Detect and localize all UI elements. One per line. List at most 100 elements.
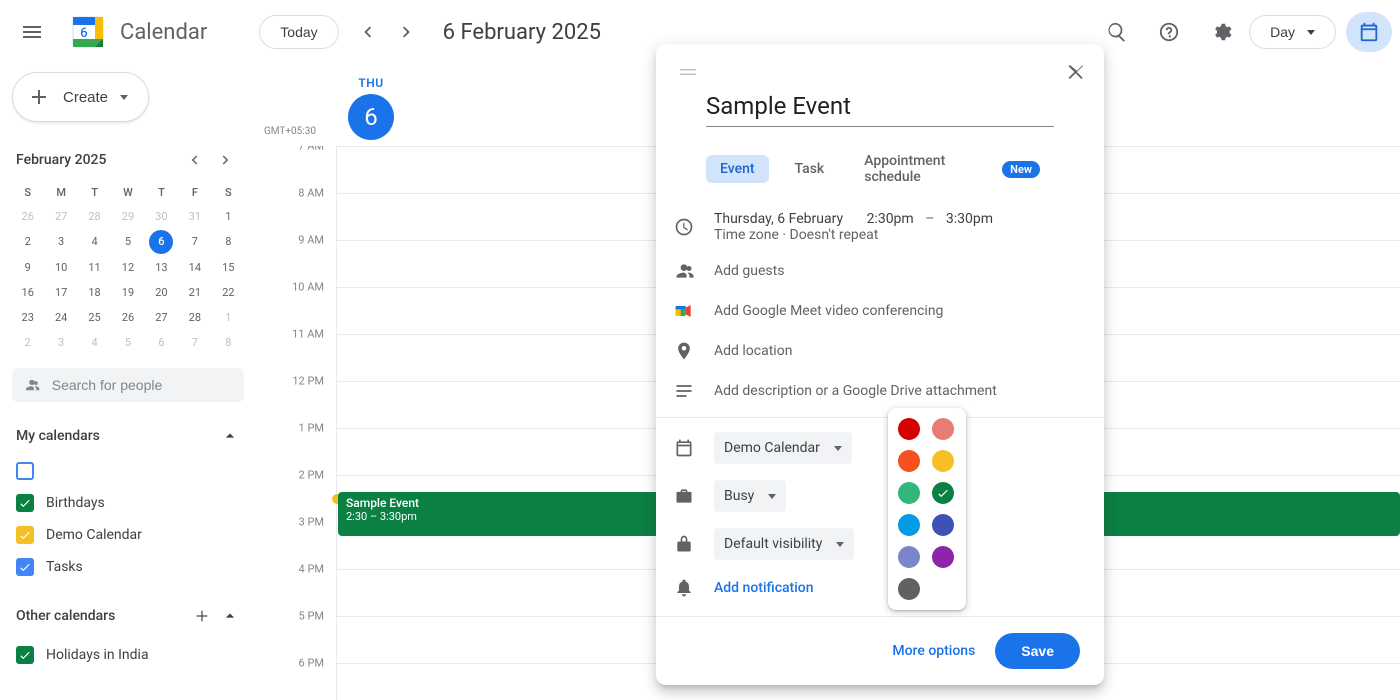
mini-day[interactable]: 5 <box>112 230 143 254</box>
mini-day[interactable]: 15 <box>213 256 244 279</box>
mini-day[interactable]: 18 <box>79 281 110 304</box>
mini-day[interactable]: 21 <box>179 281 210 304</box>
color-swatch[interactable] <box>932 546 954 568</box>
event-title-input[interactable]: Sample Event <box>706 92 1054 127</box>
other-calendars-toggle[interactable]: Other calendars <box>12 598 244 634</box>
mini-day[interactable]: 2 <box>12 331 43 354</box>
availability-select[interactable]: Busy <box>714 480 786 512</box>
color-swatch[interactable] <box>932 450 954 472</box>
location-row[interactable]: Add location <box>656 331 1104 371</box>
search-people-field[interactable] <box>12 368 244 402</box>
mini-day[interactable]: 8 <box>213 230 244 254</box>
description-row[interactable]: Add description or a Google Drive attach… <box>656 371 1104 411</box>
mini-day[interactable]: 9 <box>12 256 43 279</box>
color-swatch[interactable] <box>932 514 954 536</box>
mini-day[interactable]: 3 <box>45 230 76 254</box>
mini-day[interactable]: 6 <box>146 331 177 354</box>
mini-day[interactable]: 13 <box>146 256 177 279</box>
mini-day[interactable]: 30 <box>146 205 177 228</box>
mini-day[interactable]: 4 <box>79 331 110 354</box>
calendar-list-item[interactable]: Demo Calendar <box>12 524 244 546</box>
mini-day[interactable]: 27 <box>45 205 76 228</box>
today-button[interactable]: Today <box>259 15 338 49</box>
mini-day[interactable]: 7 <box>179 230 210 254</box>
create-event-button[interactable]: Create <box>12 72 149 122</box>
calendar-list-item[interactable]: Tasks <box>12 556 244 578</box>
add-other-calendar[interactable] <box>188 602 216 630</box>
tab-task[interactable]: Task <box>781 155 839 183</box>
day-number-badge[interactable]: 6 <box>348 94 394 140</box>
settings-button[interactable] <box>1197 8 1245 56</box>
mini-day[interactable]: 26 <box>12 205 43 228</box>
mini-day[interactable]: 29 <box>112 205 143 228</box>
meet-row[interactable]: Add Google Meet video conferencing <box>656 291 1104 331</box>
tab-appointment[interactable]: Appointment schedule New <box>850 147 1054 191</box>
main-menu-button[interactable] <box>8 8 56 56</box>
side-panel-toggle[interactable] <box>1346 12 1392 52</box>
mini-prev-month[interactable] <box>180 146 208 174</box>
color-swatch[interactable] <box>898 482 920 504</box>
datetime-row[interactable]: Thursday, 6 February 2:30pm – 3:30pm Tim… <box>656 203 1104 251</box>
mini-day[interactable]: 8 <box>213 331 244 354</box>
mini-day[interactable]: 10 <box>45 256 76 279</box>
my-calendars-toggle[interactable]: My calendars <box>12 422 244 450</box>
mini-day[interactable]: 20 <box>146 281 177 304</box>
timezone-label: GMT+05:30 <box>264 126 316 137</box>
mini-day[interactable]: 14 <box>179 256 210 279</box>
color-swatch[interactable] <box>898 546 920 568</box>
mini-day[interactable]: 27 <box>146 306 177 329</box>
mini-day[interactable]: 1 <box>213 205 244 228</box>
mini-day[interactable]: 16 <box>12 281 43 304</box>
mini-day[interactable]: 5 <box>112 331 143 354</box>
mini-day[interactable]: 25 <box>79 306 110 329</box>
mini-day[interactable]: 31 <box>179 205 210 228</box>
color-swatch[interactable] <box>898 450 920 472</box>
mini-day[interactable]: 6 <box>149 230 173 254</box>
calendar-checkbox[interactable] <box>16 462 34 480</box>
mini-day[interactable]: 28 <box>179 306 210 329</box>
calendar-list-item[interactable] <box>12 460 244 482</box>
mini-day[interactable]: 22 <box>213 281 244 304</box>
mini-next-month[interactable] <box>212 146 240 174</box>
tab-event[interactable]: Event <box>706 155 769 183</box>
calendar-checkbox[interactable] <box>16 646 34 664</box>
calendar-list-item[interactable]: Holidays in India <box>12 644 244 666</box>
search-people-input[interactable] <box>50 376 232 394</box>
mini-day[interactable]: 12 <box>112 256 143 279</box>
mini-day[interactable]: 11 <box>79 256 110 279</box>
color-swatch[interactable] <box>898 418 920 440</box>
save-button[interactable]: Save <box>995 633 1080 669</box>
visibility-select[interactable]: Default visibility <box>714 528 854 560</box>
drag-handle-icon[interactable] <box>672 64 704 80</box>
calendar-checkbox[interactable] <box>16 558 34 576</box>
chevron-down-icon <box>834 446 842 451</box>
mini-day[interactable]: 3 <box>45 331 76 354</box>
mini-day[interactable]: 19 <box>112 281 143 304</box>
mini-day[interactable]: 26 <box>112 306 143 329</box>
event-color-menu <box>888 408 966 610</box>
color-swatch[interactable] <box>932 482 954 504</box>
mini-day[interactable]: 2 <box>12 230 43 254</box>
mini-day[interactable]: 28 <box>79 205 110 228</box>
guests-row[interactable]: Add guests <box>656 251 1104 291</box>
mini-day[interactable]: 17 <box>45 281 76 304</box>
mini-day[interactable]: 1 <box>213 306 244 329</box>
color-swatch[interactable] <box>898 514 920 536</box>
calendar-list-item[interactable]: Birthdays <box>12 492 244 514</box>
calendar-checkbox[interactable] <box>16 526 34 544</box>
color-swatch[interactable] <box>932 418 954 440</box>
more-options-link[interactable]: More options <box>892 643 975 659</box>
notification-row[interactable]: Add notification <box>656 568 1104 608</box>
support-button[interactable] <box>1145 8 1193 56</box>
mini-day[interactable]: 24 <box>45 306 76 329</box>
color-swatch[interactable] <box>898 578 920 600</box>
next-day-button[interactable] <box>387 12 427 52</box>
close-popover-button[interactable] <box>1056 52 1096 92</box>
calendar-select[interactable]: Demo Calendar <box>714 432 852 464</box>
mini-day[interactable]: 4 <box>79 230 110 254</box>
calendar-checkbox[interactable] <box>16 494 34 512</box>
prev-day-button[interactable] <box>347 12 387 52</box>
mini-day[interactable]: 7 <box>179 331 210 354</box>
view-selector[interactable]: Day <box>1249 15 1336 49</box>
mini-day[interactable]: 23 <box>12 306 43 329</box>
